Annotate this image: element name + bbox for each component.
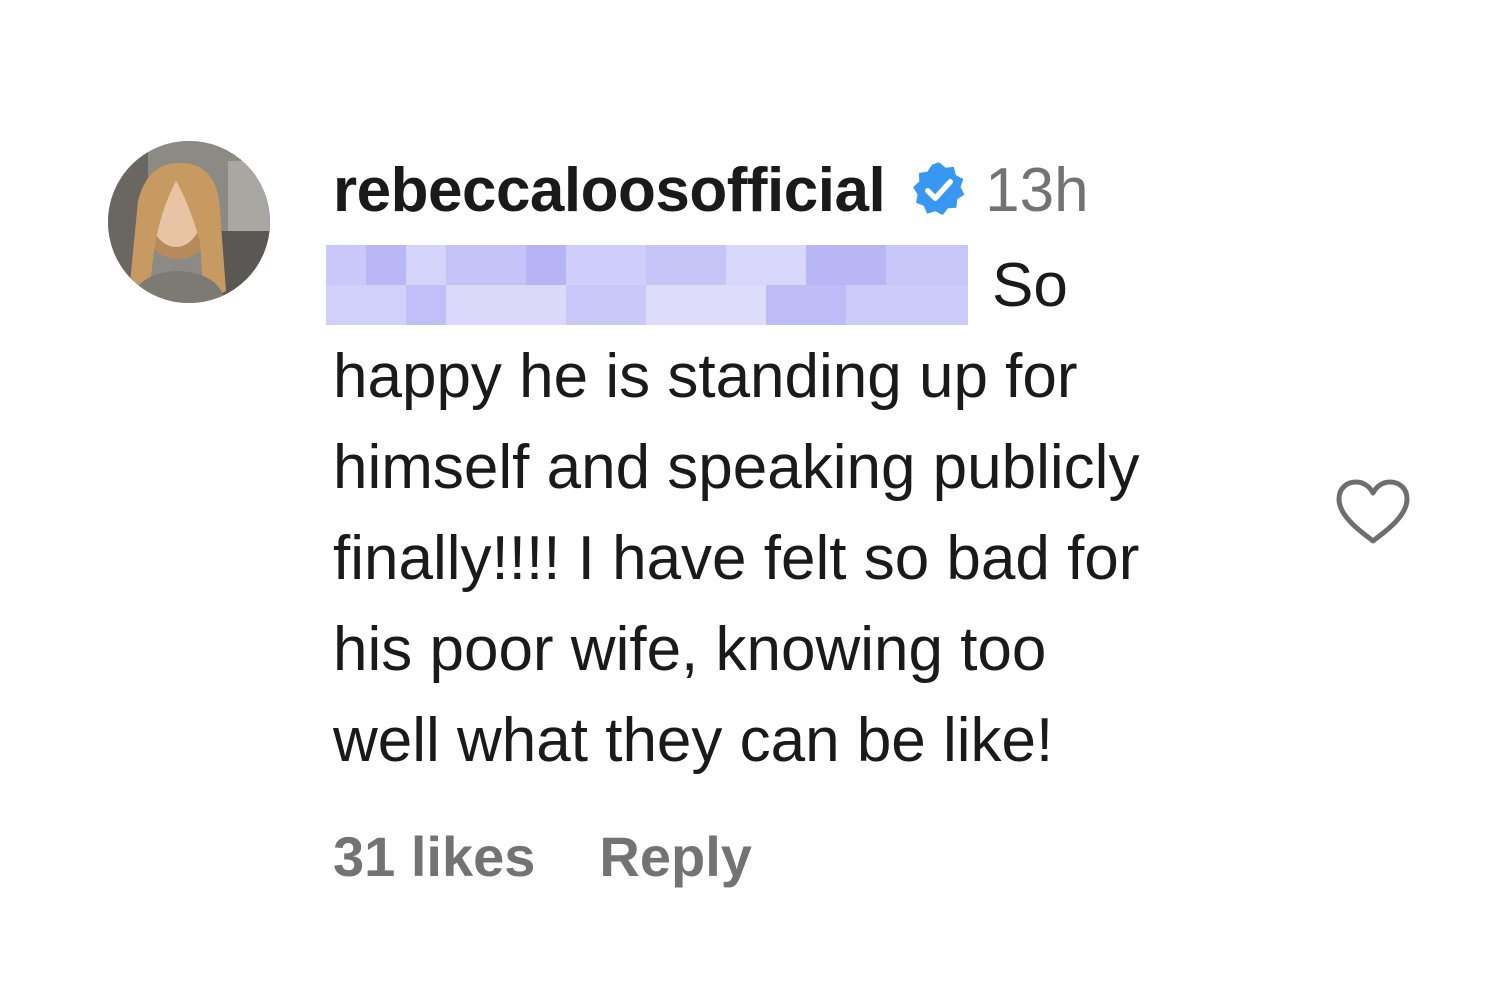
comment-header: rebeccaloosofficial 13h	[333, 150, 1089, 230]
comment-text-line: himself and speaking publicly	[333, 433, 1140, 502]
comment-footer: 31 likes Reply	[333, 820, 752, 892]
comment: rebeccaloosofficial 13h So happy he is s…	[0, 0, 1500, 1000]
avatar[interactable]	[108, 141, 270, 303]
username[interactable]: rebeccaloosofficial	[333, 155, 886, 226]
likes-count[interactable]: 31 likes	[333, 824, 535, 889]
comment-text-line: finally!!!! I have felt so bad for	[333, 524, 1140, 593]
heart-icon[interactable]	[1333, 477, 1413, 547]
reply-button[interactable]: Reply	[599, 824, 752, 889]
redacted-mention	[326, 245, 968, 325]
comment-text-line: well what they can be like!	[333, 706, 1054, 775]
comment-text-line: his poor wife, knowing too	[333, 615, 1047, 684]
comment-text-line: happy he is standing up for	[333, 342, 1078, 411]
comment-body: So happy he is standing up for himself a…	[326, 240, 1323, 786]
verified-badge-icon	[909, 160, 969, 220]
avatar-photo	[108, 141, 270, 303]
comment-text-line: So	[992, 251, 1068, 320]
comment-line-1: So	[326, 240, 1323, 331]
timestamp: 13h	[985, 155, 1089, 225]
